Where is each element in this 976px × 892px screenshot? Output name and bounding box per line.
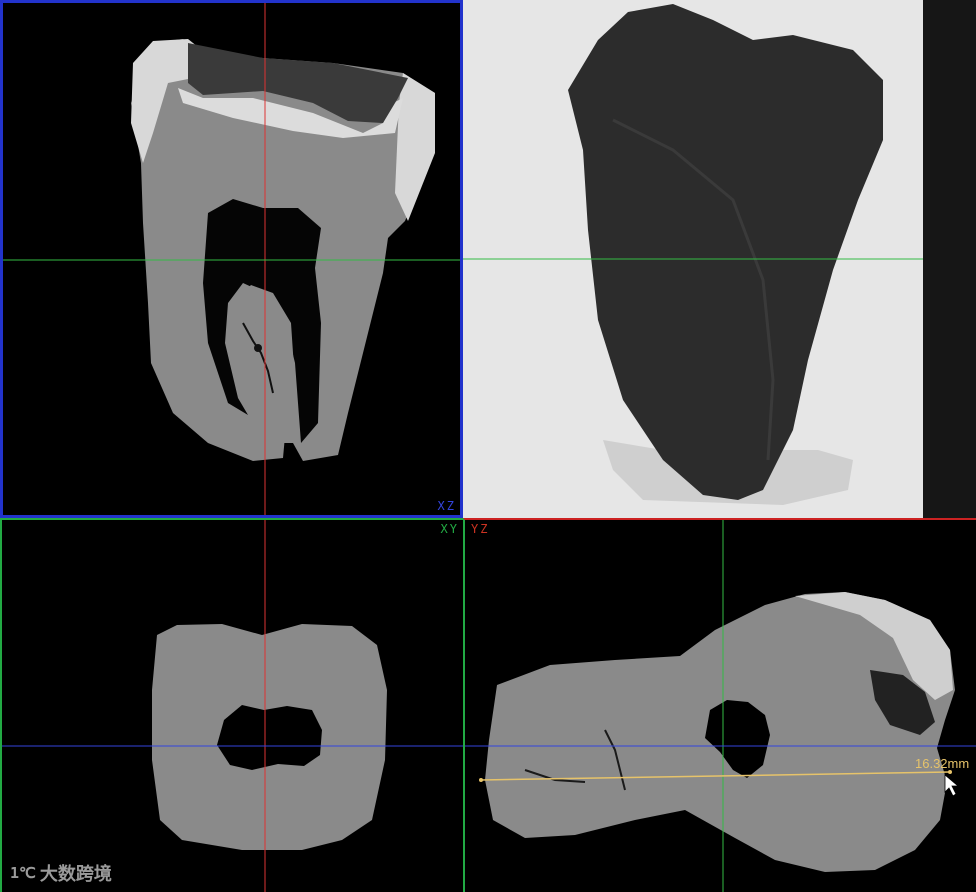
measurement-label: 16.32mm [915, 756, 970, 771]
xz-crosshair[interactable] [3, 3, 460, 515]
yz-label: YZ [471, 522, 490, 536]
xy-label: XY [440, 522, 459, 536]
projection-crosshair[interactable] [463, 0, 923, 518]
measurement-start-handle[interactable] [479, 778, 483, 782]
measurement-line[interactable] [480, 771, 951, 781]
xz-viewport[interactable]: XZ [0, 0, 463, 518]
yz-viewport[interactable]: YZ 16.32mm [463, 518, 976, 892]
xy-crosshair[interactable] [2, 520, 463, 892]
projection-viewport[interactable] [463, 0, 923, 518]
watermark: 1℃ 大数跨境 [10, 860, 112, 886]
mouse-cursor-icon [944, 774, 960, 797]
xy-viewport[interactable]: XY 1℃ 大数跨境 [0, 518, 463, 892]
yz-crosshair[interactable] [465, 520, 976, 892]
side-strip [923, 0, 976, 518]
watermark-text: 大数跨境 [39, 864, 112, 885]
xz-label: XZ [437, 499, 456, 513]
watermark-logo: 1℃ [10, 864, 36, 882]
